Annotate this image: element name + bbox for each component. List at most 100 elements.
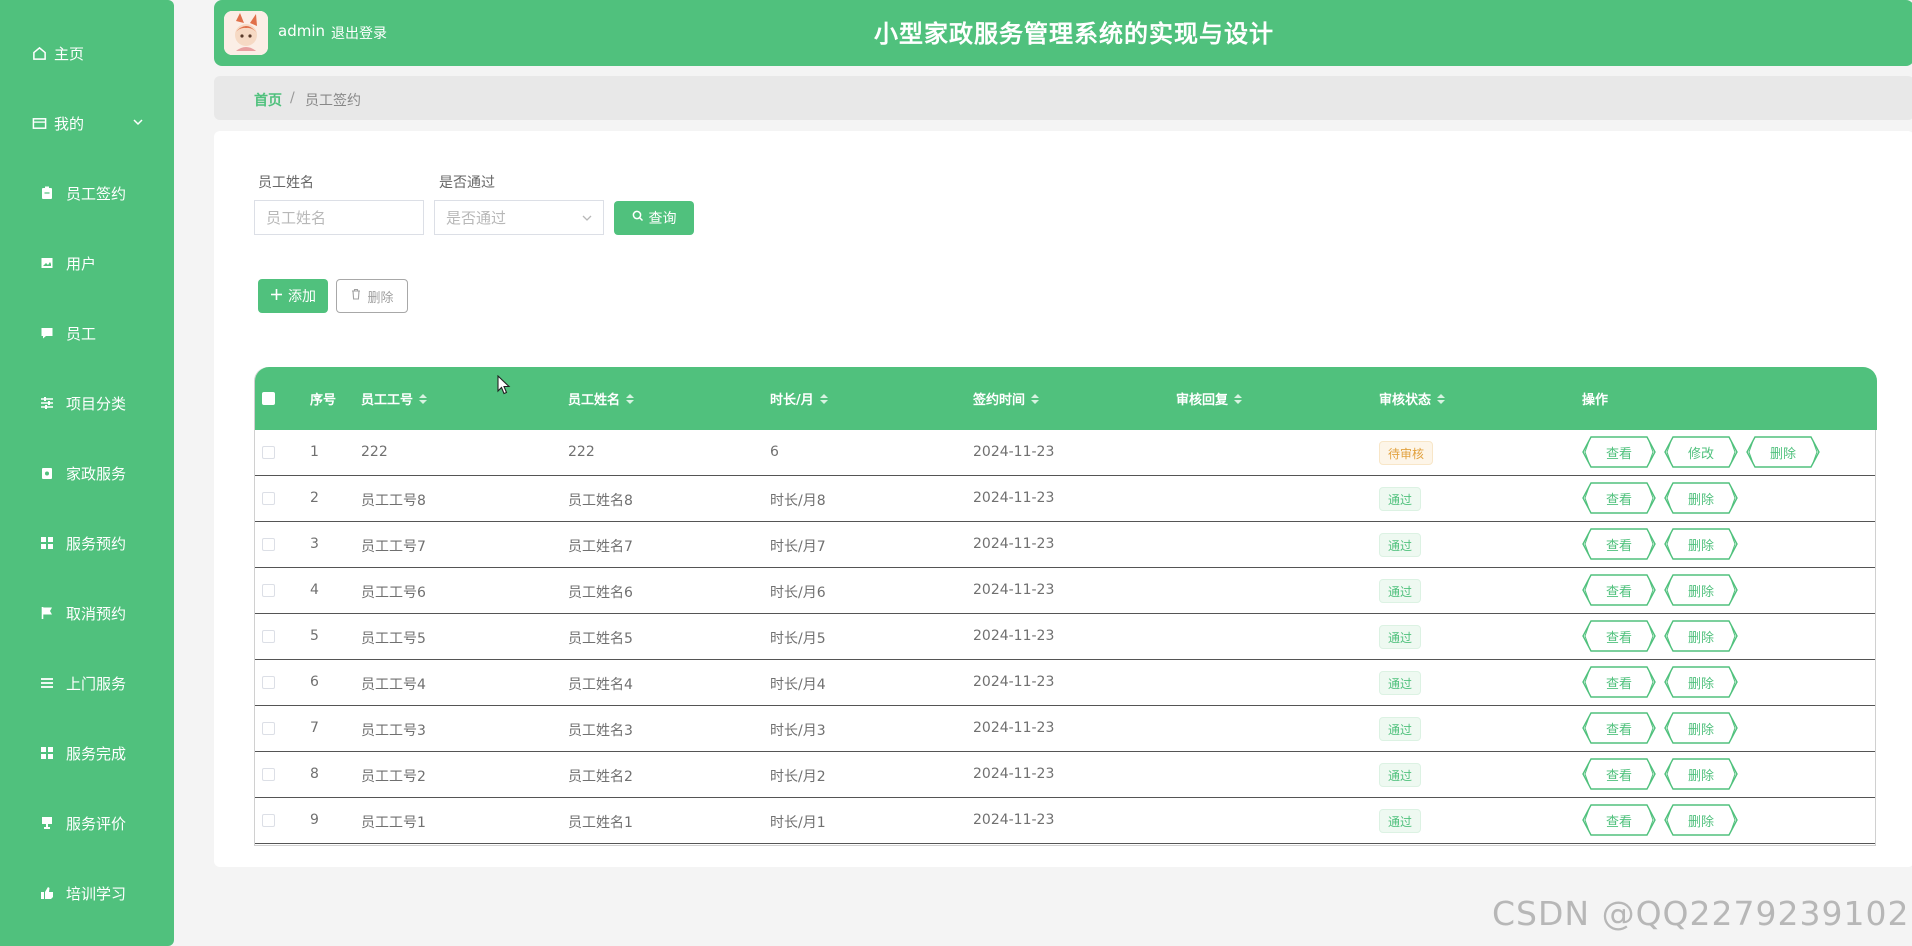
add-button[interactable]: 添加 <box>258 279 328 313</box>
view-button[interactable]: 查看 <box>1581 712 1657 744</box>
row-checkbox[interactable] <box>262 584 275 597</box>
column-header-employee-id[interactable]: 员工工号 <box>361 389 428 408</box>
cell-duration: 时长/月7 <box>770 539 826 555</box>
action-label: 删除 <box>1687 768 1714 784</box>
delete-button[interactable]: 删除 <box>1663 712 1739 744</box>
view-button[interactable]: 查看 <box>1581 482 1657 514</box>
cell-sign-date: 2024-11-23 <box>973 582 1055 598</box>
sort-icon[interactable] <box>419 393 428 404</box>
row-checkbox[interactable] <box>262 446 275 459</box>
column-header-label: 员工姓名 <box>568 393 621 408</box>
row-checkbox[interactable] <box>262 630 275 643</box>
table-row: 6 员工工号4 员工姓名4 时长/月4 2024-11-23 通过 查看 删除 <box>255 660 1875 706</box>
row-checkbox[interactable] <box>262 722 275 735</box>
row-checkbox[interactable] <box>262 814 275 827</box>
sort-icon[interactable] <box>819 393 828 404</box>
cell-duration: 时长/月6 <box>770 585 826 601</box>
sidebar-item-label: 上门服务 <box>66 674 127 693</box>
delete-button[interactable]: 删除 <box>1663 804 1739 836</box>
column-header-review-status[interactable]: 审核状态 <box>1379 389 1446 408</box>
status-badge: 通过 <box>1379 763 1422 787</box>
breadcrumb-home[interactable]: 首页 <box>254 90 282 110</box>
sidebar-item-categories[interactable]: 项目分类 <box>0 383 174 423</box>
grid-icon <box>38 534 56 552</box>
sidebar-item-service-review[interactable]: 服务评价 <box>0 803 174 843</box>
sort-icon[interactable] <box>1234 393 1243 404</box>
employee-name-input[interactable]: 员工姓名 <box>254 200 424 235</box>
row-checkbox[interactable] <box>262 538 275 551</box>
delete-button[interactable]: 删除 <box>1663 528 1739 560</box>
cell-employee-name: 员工姓名5 <box>568 631 633 647</box>
delete-button[interactable]: 删除 <box>1663 574 1739 606</box>
sort-icon[interactable] <box>626 393 635 404</box>
action-label: 查看 <box>1605 768 1632 784</box>
pass-status-select[interactable]: 是否通过 <box>434 200 604 235</box>
row-number: 5 <box>310 628 319 644</box>
delete-button[interactable]: 删除 <box>1745 436 1821 468</box>
breadcrumb-separator: / <box>290 90 295 106</box>
sidebar-item-training[interactable]: 培训学习 <box>0 873 174 913</box>
sidebar-item-cancel-booking[interactable]: 取消预约 <box>0 593 174 633</box>
add-button-label: 添加 <box>288 289 316 305</box>
sidebar-item-service-booking[interactable]: 服务预约 <box>0 523 174 563</box>
column-header-label: 审核回复 <box>1176 393 1229 408</box>
row-checkbox[interactable] <box>262 676 275 689</box>
cell-employee-id: 员工工号5 <box>361 631 426 647</box>
sidebar-item-employees[interactable]: 员工 <box>0 313 174 353</box>
sidebar-item-home[interactable]: 主页 <box>0 33 174 73</box>
flag-icon <box>38 604 56 622</box>
row-checkbox[interactable] <box>262 768 275 781</box>
column-header-label: 操作 <box>1582 393 1609 408</box>
view-button[interactable]: 查看 <box>1581 666 1657 698</box>
batch-delete-button[interactable]: 删除 <box>336 279 408 313</box>
view-button[interactable]: 查看 <box>1581 804 1657 836</box>
row-checkbox[interactable] <box>262 492 275 505</box>
view-button[interactable]: 查看 <box>1581 620 1657 652</box>
delete-button[interactable]: 删除 <box>1663 482 1739 514</box>
sidebar-item-service-done[interactable]: 服务完成 <box>0 733 174 773</box>
row-number: 8 <box>310 766 319 782</box>
sort-icon[interactable] <box>1437 393 1446 404</box>
cell-employee-id: 员工工号7 <box>361 539 426 555</box>
trash-icon <box>350 288 362 304</box>
view-button[interactable]: 查看 <box>1581 528 1657 560</box>
status-badge: 待审核 <box>1379 441 1434 465</box>
column-header-sign-date[interactable]: 签约时间 <box>973 389 1040 408</box>
sidebar-item-home-service[interactable]: 家政服务 <box>0 453 174 493</box>
view-button[interactable]: 查看 <box>1581 758 1657 790</box>
sort-icon[interactable] <box>1031 393 1040 404</box>
column-header-employee-name[interactable]: 员工姓名 <box>568 389 635 408</box>
search-button[interactable]: 查询 <box>614 201 694 235</box>
sidebar-item-label: 取消预约 <box>66 604 127 623</box>
sidebar-item-users[interactable]: 用户 <box>0 243 174 283</box>
delete-button[interactable]: 删除 <box>1663 666 1739 698</box>
delete-button[interactable]: 删除 <box>1663 620 1739 652</box>
action-label: 修改 <box>1687 446 1714 462</box>
avatar[interactable] <box>224 11 268 55</box>
cell-employee-id: 222 <box>361 444 388 460</box>
delete-button[interactable]: 删除 <box>1663 758 1739 790</box>
column-header-review-reply[interactable]: 审核回复 <box>1176 389 1243 408</box>
wallet-icon <box>30 114 48 132</box>
logout-link[interactable]: 退出登录 <box>331 23 387 43</box>
action-label: 删除 <box>1769 446 1796 462</box>
row-number: 4 <box>310 582 319 598</box>
row-number: 6 <box>310 674 319 690</box>
column-header-duration[interactable]: 时长/月 <box>770 389 828 408</box>
edit-button[interactable]: 修改 <box>1663 436 1739 468</box>
row-actions: 查看 删除 <box>1581 528 1739 560</box>
plus-icon <box>270 288 283 305</box>
sidebar-item-onsite-service[interactable]: 上门服务 <box>0 663 174 703</box>
sidebar-item-mine[interactable]: 我的 <box>0 103 174 143</box>
view-button[interactable]: 查看 <box>1581 574 1657 606</box>
breadcrumb-current: 员工签约 <box>305 93 361 109</box>
pass-status-label: 是否通过 <box>439 175 495 191</box>
sliders-icon <box>38 394 56 412</box>
view-button[interactable]: 查看 <box>1581 436 1657 468</box>
row-number: 7 <box>310 720 319 736</box>
search-icon <box>632 210 644 226</box>
sidebar-item-employee-contract[interactable]: 员工签约 <box>0 173 174 213</box>
status-badge: 通过 <box>1379 625 1422 649</box>
select-all-checkbox[interactable] <box>262 392 275 405</box>
row-actions: 查看 删除 <box>1581 758 1739 790</box>
